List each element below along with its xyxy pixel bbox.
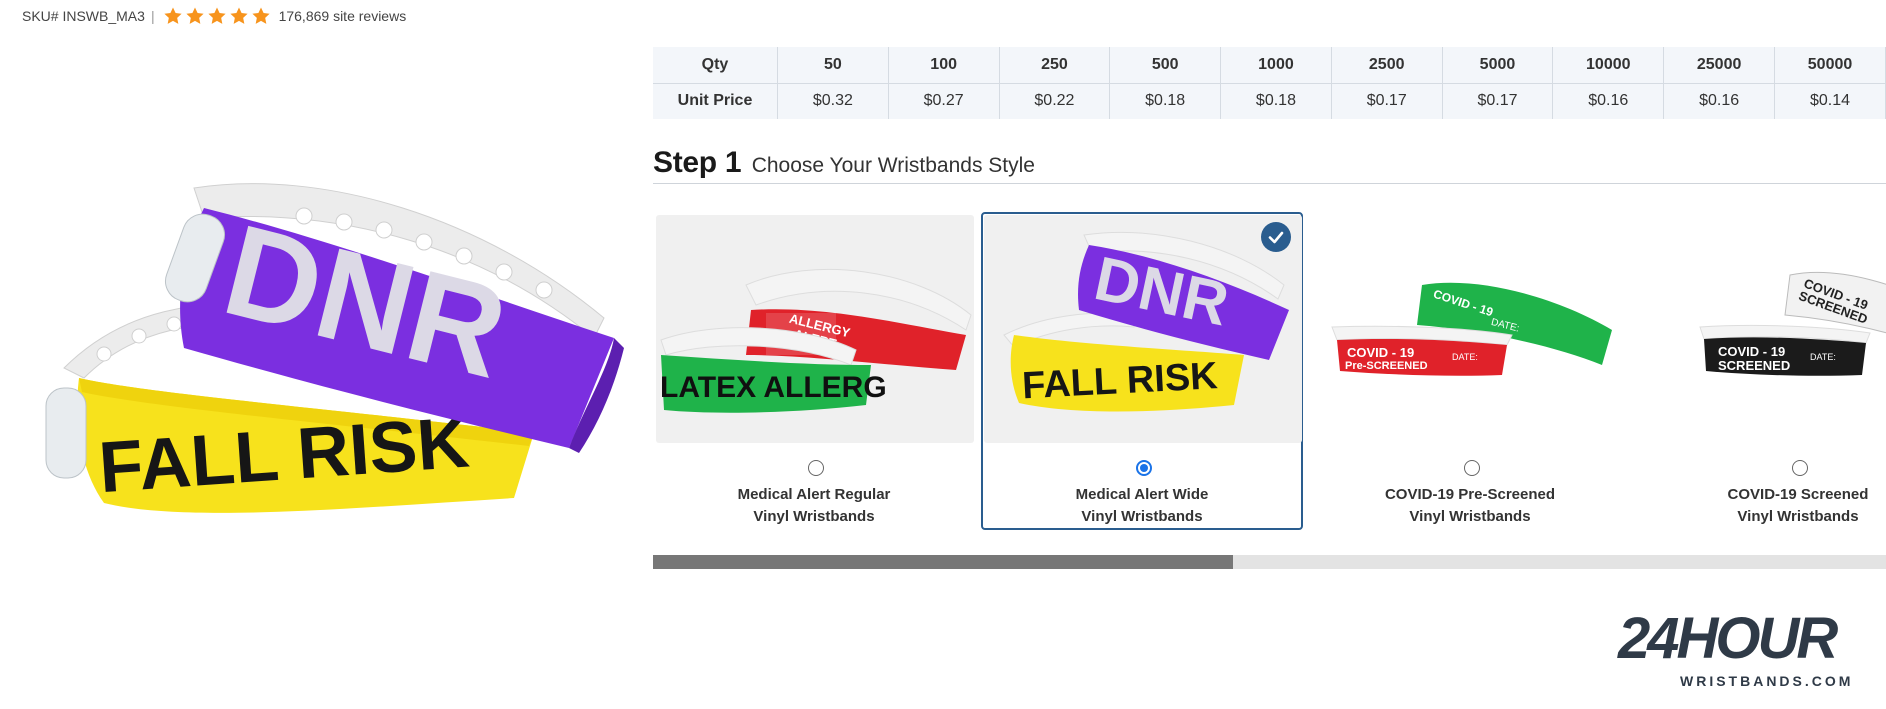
logo-text-sub: WRISTBANDS.COM [1680,673,1853,689]
option-image-text: Pre-SCREENED [1345,360,1428,372]
option-image-text: COVID - 19 [1347,345,1414,360]
option-image: FALL RISK DNR [984,215,1302,443]
star-icon [185,7,204,24]
option-label-line: Vinyl Wristbands [1409,508,1531,525]
scrollbar-thumb[interactable] [653,555,1233,569]
price-cell: $0.18 [1109,83,1222,119]
star-icon [229,7,248,24]
qty-cell: 500 [1109,47,1222,84]
main-image-text-dnr: DNR [211,196,520,406]
star-icon [163,7,182,24]
selected-check-icon [1261,222,1291,252]
option-label-line: Medical Alert Regular [737,486,891,503]
qty-header: Qty [653,47,778,84]
reviews-link[interactable]: 176,869 site reviews [279,8,407,24]
product-image: FALL RISK DNR [24,178,624,558]
qty-cell: 25000 [1663,47,1776,84]
option-radio[interactable] [1464,460,1480,476]
option-label-line: COVID-19 Pre-Screened [1384,486,1556,503]
qty-row: Qty 50 100 250 500 1000 2500 5000 10000 … [653,47,1886,84]
price-cell: $0.32 [777,83,889,119]
price-cell: $0.14 [1774,83,1886,119]
price-cell: $0.22 [999,83,1111,119]
qty-cell: 50 [777,47,889,84]
option-image-text: SCREENED [1718,358,1790,373]
logo-text-main: 24HOUR [1617,606,1838,671]
price-row: Unit Price $0.32 $0.27 $0.22 $0.18 $0.18… [653,83,1886,119]
option-image-text: DATE: [1452,352,1478,362]
star-icon [251,7,270,24]
step-number: Step 1 [653,146,742,179]
qty-cell: 100 [888,47,1000,84]
qty-cell: 2500 [1331,47,1443,84]
option-label: Medical Alert Regular Vinyl Wristbands [655,484,973,528]
option-card-covid19-screened[interactable]: COVID - 19 SCREENED DATE: COVID - 19 SCR… [1637,212,1886,530]
option-image-text: COVID - 19 [1718,344,1785,359]
price-cell: $0.17 [1331,83,1443,119]
qty-cell: 250 [999,47,1111,84]
option-card-covid19-pre-screened[interactable]: COVID - 19 DATE: COVID - 19 Pre-SCREENED… [1309,212,1631,530]
qty-cell: 50000 [1774,47,1886,84]
option-image: COVID - 19 SCREENED DATE: COVID - 19 SCR… [1640,215,1886,443]
option-label-line: COVID-19 Screened [1727,486,1869,503]
option-radio[interactable] [808,460,824,476]
price-cell: $0.18 [1220,83,1332,119]
option-label-line: Vinyl Wristbands [1081,508,1203,525]
option-image-text: DATE: [1810,352,1836,362]
step-heading: Step 1 Choose Your Wristbands Style [653,146,1886,184]
option-radio[interactable] [1136,460,1152,476]
price-cell: $0.17 [1442,83,1554,119]
option-label: COVID-19 Pre-Screened Vinyl Wristbands [1311,484,1629,528]
option-image: ALLERGY ALERT LATEX ALLERG [656,215,974,443]
option-image-text: LATEX ALLERG [660,371,887,404]
price-table: Qty 50 100 250 500 1000 2500 5000 10000 … [653,47,1886,119]
qty-cell: 1000 [1220,47,1332,84]
option-label-line: Medical Alert Wide [1075,486,1209,503]
style-options: ALLERGY ALERT LATEX ALLERG Medical Alert… [653,212,1886,532]
option-label: COVID-19 Screened Vinyl Wristbands [1639,484,1886,528]
sku-text: SKU# INSWB_MA3 [22,8,145,24]
option-card-medical-alert-wide[interactable]: FALL RISK DNR Medical Alert Wide Vinyl W… [981,212,1303,530]
product-meta: SKU# INSWB_MA3 | 176,869 site reviews [22,6,406,26]
option-radio[interactable] [1792,460,1808,476]
qty-cell: 5000 [1442,47,1554,84]
option-label-line: Vinyl Wristbands [753,508,875,525]
qty-cell: 10000 [1552,47,1665,84]
rating-stars[interactable] [163,6,271,26]
brand-logo: 24HOUR WRISTBANDS.COM [1614,604,1854,694]
price-cell: $0.27 [888,83,1000,119]
option-label-line: Vinyl Wristbands [1737,508,1859,525]
price-cell: $0.16 [1552,83,1665,119]
meta-separator: | [150,8,155,24]
options-scrollbar[interactable] [653,555,1886,569]
star-icon [207,7,226,24]
option-card-medical-alert-regular[interactable]: ALLERGY ALERT LATEX ALLERG Medical Alert… [653,212,975,530]
price-cell: $0.16 [1663,83,1776,119]
step-description: Choose Your Wristbands Style [751,154,1035,177]
price-header: Unit Price [653,83,778,119]
option-image: COVID - 19 DATE: COVID - 19 Pre-SCREENED… [1312,215,1630,443]
option-label: Medical Alert Wide Vinyl Wristbands [983,484,1301,528]
